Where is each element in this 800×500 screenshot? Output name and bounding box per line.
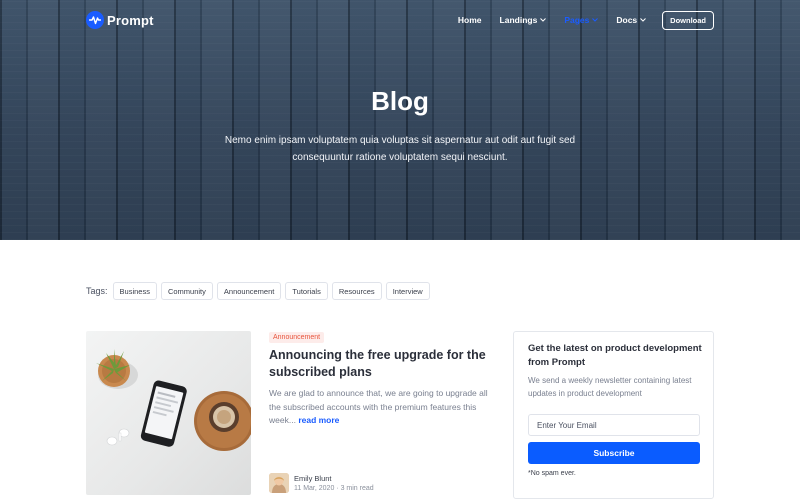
tag-announcement[interactable]: Announcement [216, 282, 282, 300]
newsletter-note: *No spam ever. [528, 470, 576, 477]
newsletter-description: We send a weekly newsletter containing l… [528, 376, 692, 398]
nav-home-label: Home [457, 15, 482, 25]
nav-docs-label: Docs [616, 15, 638, 25]
tag-interview[interactable]: Interview [385, 282, 430, 300]
brand-name: Prompt [107, 12, 154, 28]
brand[interactable]: Prompt [86, 10, 154, 30]
nav-landings[interactable]: Landings [500, 15, 547, 25]
post-image[interactable] [86, 331, 251, 495]
download-button[interactable]: Download [662, 10, 714, 30]
post-title[interactable]: Announcing the free upgrade for the subs… [269, 347, 499, 381]
hero-section: Prompt Home Landings Pages Docs Download… [0, 0, 800, 240]
nav-pages[interactable]: Pages [564, 15, 599, 25]
newsletter-title: Get the latest on product development fr… [528, 343, 702, 368]
tag-tutorials[interactable]: Tutorials [285, 282, 328, 300]
chevron-down-icon [540, 17, 547, 24]
logo-icon [86, 11, 104, 29]
newsletter-card: Get the latest on product development fr… [513, 331, 714, 499]
tag-resources[interactable]: Resources [331, 282, 382, 300]
chevron-down-icon [640, 17, 647, 24]
nav-docs[interactable]: Docs [616, 15, 647, 25]
tags-label: Tags: [86, 286, 108, 296]
email-field[interactable] [528, 414, 700, 436]
post-category-badge[interactable]: Announcement [269, 332, 325, 343]
tags-bar: Tags: Business Community Announcement Tu… [86, 282, 434, 300]
post-excerpt: We are glad to announce that, we are goi… [269, 387, 499, 428]
avatar-icon [269, 473, 289, 493]
top-navbar: Prompt Home Landings Pages Docs Download [86, 10, 714, 30]
post-meta: 11 Mar, 2020 · 3 min read [294, 485, 374, 492]
hero-subtitle: Nemo enim ipsam voluptatem quia voluptas… [224, 135, 576, 163]
read-more-link[interactable]: read more [298, 415, 339, 425]
avatar [269, 473, 289, 493]
nav-links: Home Landings Pages Docs Download [458, 10, 714, 30]
nav-pages-label: Pages [564, 15, 590, 25]
tag-business[interactable]: Business [112, 282, 157, 300]
chevron-down-icon [592, 17, 599, 24]
page-title: Blog [371, 86, 429, 116]
post-photo-illustration [96, 349, 251, 451]
author-name[interactable]: Emily Blunt [294, 474, 332, 483]
subscribe-button[interactable]: Subscribe [528, 442, 700, 464]
tag-community[interactable]: Community [160, 282, 213, 300]
nav-home[interactable]: Home [458, 15, 482, 25]
nav-landings-label: Landings [499, 15, 538, 25]
